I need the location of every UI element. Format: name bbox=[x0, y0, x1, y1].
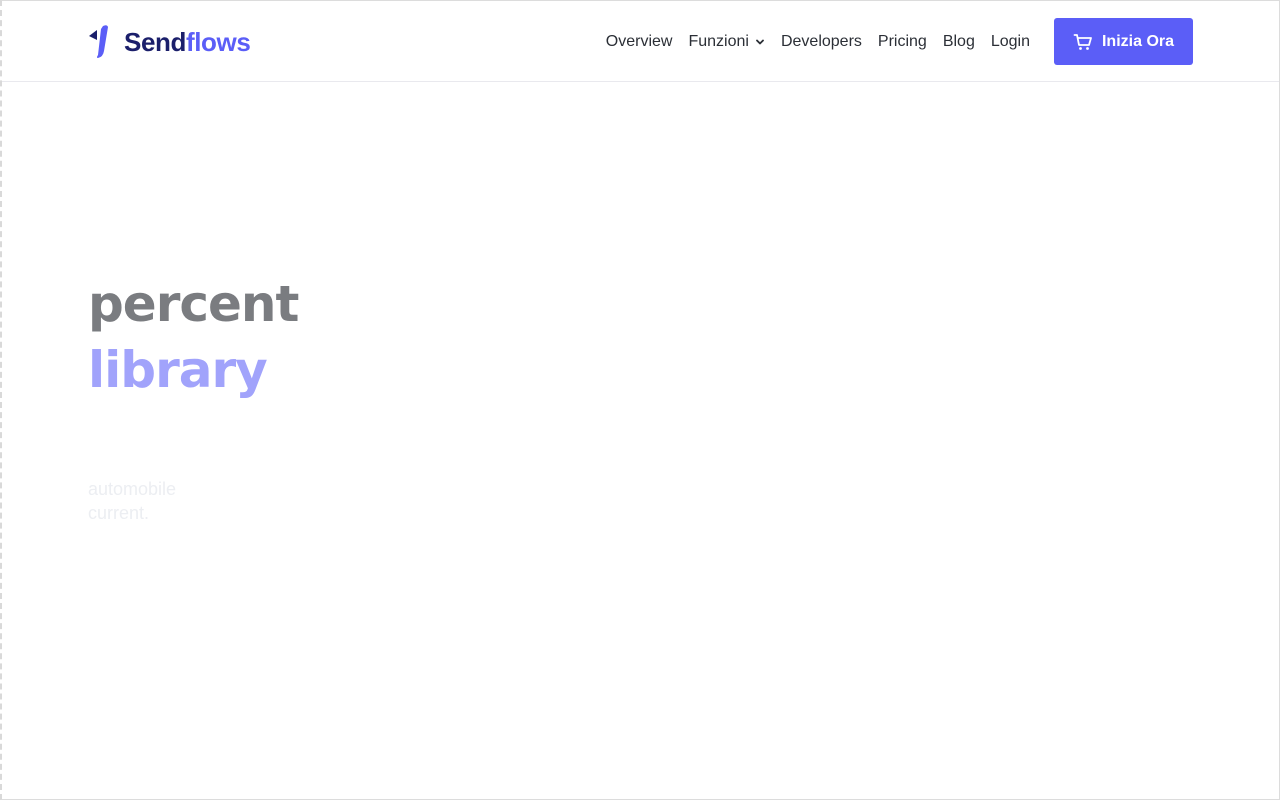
nav-link-funzioni-label: Funzioni bbox=[688, 32, 749, 50]
brand-name-part1: Send bbox=[124, 27, 186, 57]
nav-link-developers[interactable]: Developers bbox=[781, 32, 862, 52]
inizia-ora-label: Inizia Ora bbox=[1101, 32, 1175, 50]
hero-title-line1: percent bbox=[88, 275, 299, 333]
shopping-cart-icon bbox=[1073, 33, 1092, 50]
brand-logo[interactable]: Sendflows bbox=[86, 23, 251, 61]
nav-link-pricing[interactable]: Pricing bbox=[878, 32, 927, 52]
brand-name-part2: flows bbox=[185, 27, 251, 57]
brand-name: Sendflows bbox=[124, 23, 251, 61]
nav-link-overview[interactable]: Overview bbox=[606, 32, 673, 52]
nav-link-login[interactable]: Login bbox=[991, 32, 1030, 52]
site-header: Sendflows Overview Funzioni Developers P… bbox=[2, 1, 1279, 82]
sendflows-logo-icon bbox=[89, 25, 108, 58]
hero-title-line2: library bbox=[88, 341, 268, 399]
hero-title: percent library bbox=[88, 271, 299, 403]
hero-subtitle-line1: automobile bbox=[88, 479, 177, 499]
nav-link-blog[interactable]: Blog bbox=[943, 32, 975, 52]
inizia-ora-button[interactable]: Inizia Ora bbox=[1054, 18, 1193, 65]
chevron-down-icon bbox=[756, 39, 764, 44]
hero-subtitle: automobile current. bbox=[88, 477, 176, 525]
hero-subtitle-line2: current. bbox=[88, 503, 150, 523]
page: Sendflows Overview Funzioni Developers P… bbox=[0, 0, 1280, 800]
main-nav: Overview Funzioni Developers Pricing Blo… bbox=[606, 18, 1193, 65]
nav-link-funzioni[interactable]: Funzioni bbox=[688, 32, 764, 52]
